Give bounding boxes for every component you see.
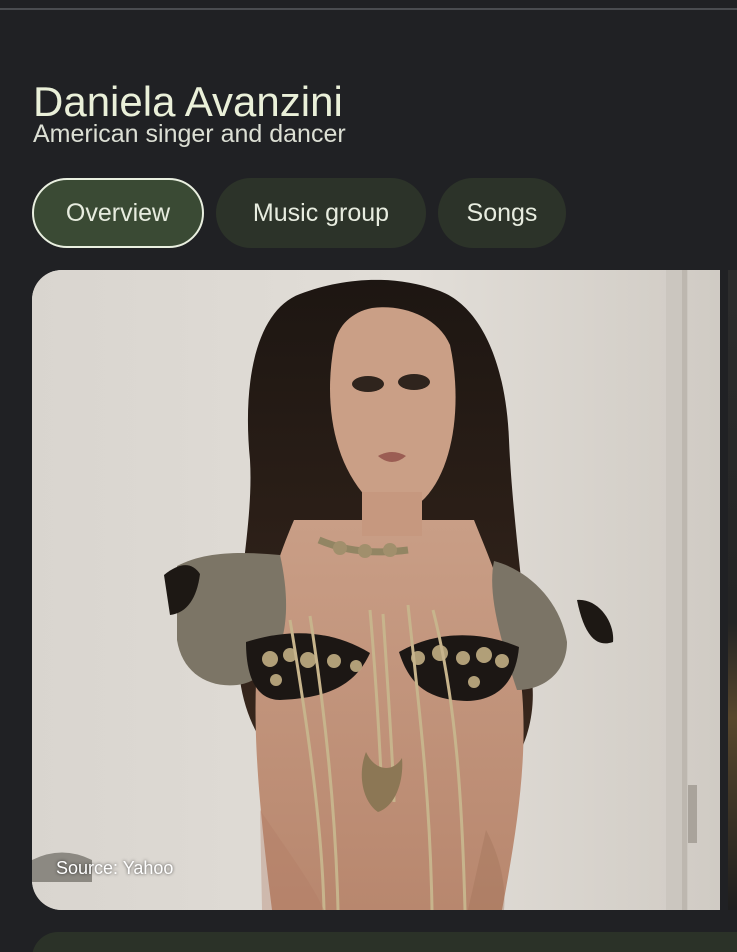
- tab-bar: Overview Music group Songs: [32, 178, 566, 248]
- top-divider: [0, 8, 737, 10]
- next-image-preview[interactable]: [728, 270, 737, 910]
- next-section-card: [32, 932, 737, 952]
- profile-photo: [32, 270, 720, 910]
- entity-description: American singer and dancer: [33, 120, 346, 148]
- tab-overview[interactable]: Overview: [32, 178, 204, 248]
- tab-songs[interactable]: Songs: [438, 178, 566, 248]
- image-source-label: Source: Yahoo: [56, 858, 174, 878]
- knowledge-panel: Daniela Avanzini American singer and dan…: [0, 0, 737, 952]
- tab-music-group[interactable]: Music group: [216, 178, 426, 248]
- profile-photo-card[interactable]: [32, 270, 720, 910]
